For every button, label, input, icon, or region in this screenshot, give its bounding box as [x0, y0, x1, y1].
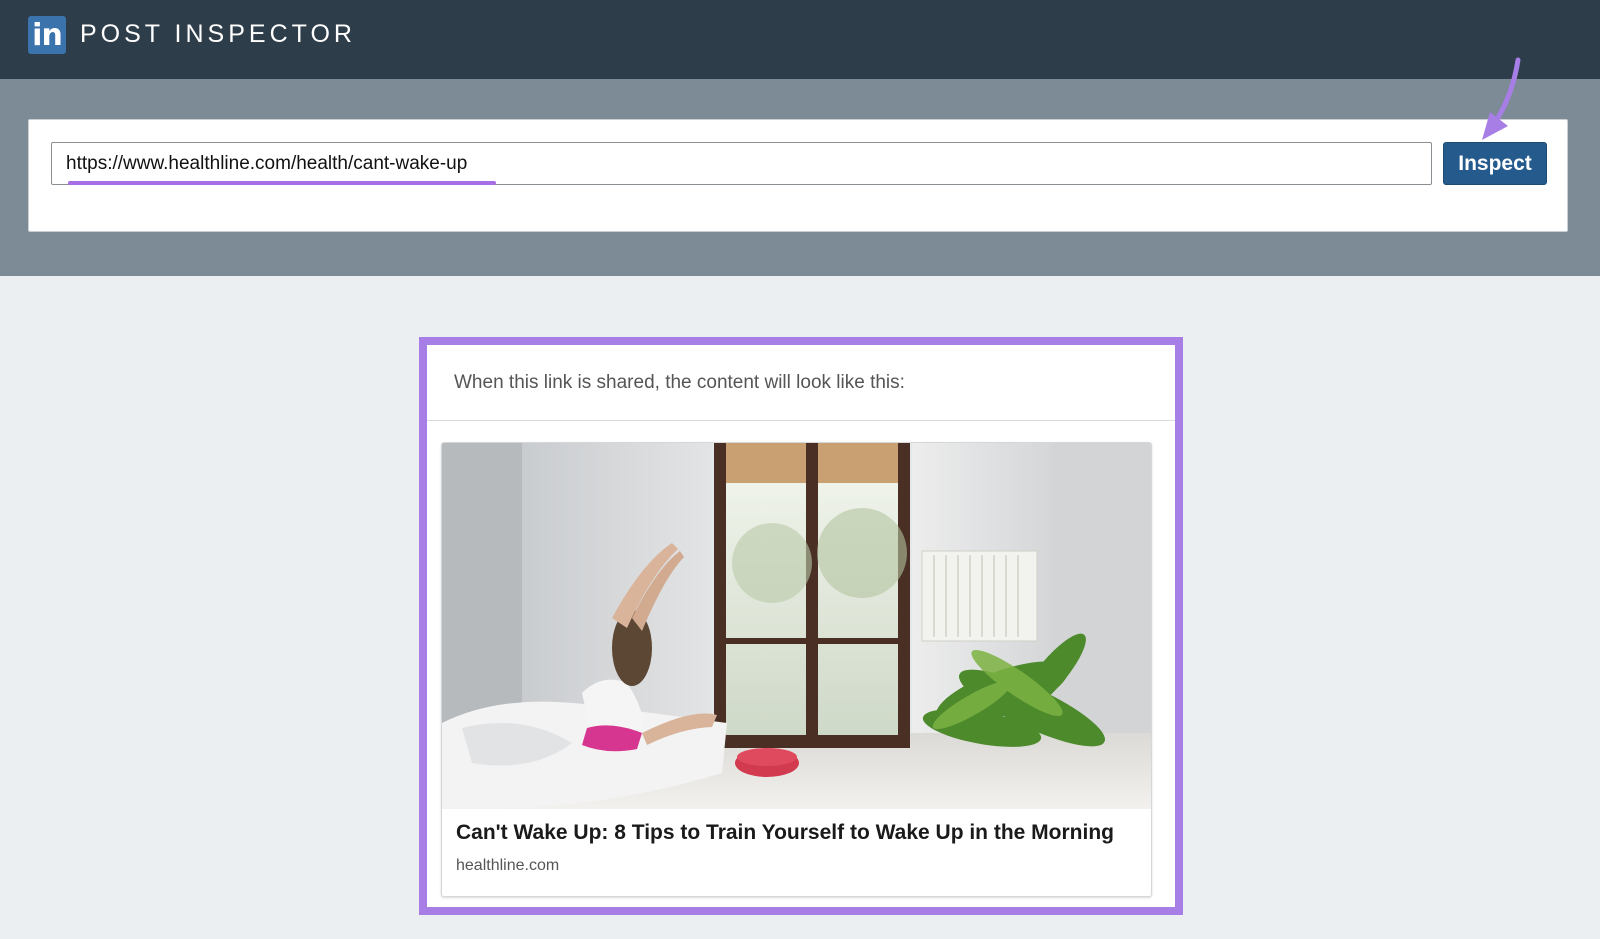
search-band: Inspect	[0, 79, 1600, 276]
link-preview-domain: healthline.com	[456, 857, 560, 874]
link-preview-card[interactable]: Can't Wake Up: 8 Tips to Train Yourself …	[441, 442, 1152, 897]
top-bar: in POST INSPECTOR	[0, 0, 1600, 79]
url-input[interactable]	[51, 142, 1432, 185]
linkedin-logo-icon[interactable]: in	[28, 16, 66, 54]
preview-image	[442, 443, 1151, 809]
inspect-button[interactable]: Inspect	[1443, 142, 1547, 185]
pointer-arrow-icon	[1482, 57, 1521, 140]
app-title: POST INSPECTOR	[80, 20, 356, 48]
url-highlight-underline	[68, 181, 496, 185]
preview-caption: When this link is shared, the content wi…	[427, 345, 1175, 421]
preview-highlight-frame: When this link is shared, the content wi…	[419, 337, 1183, 915]
search-card: Inspect	[28, 119, 1568, 232]
link-preview-title[interactable]: Can't Wake Up: 8 Tips to Train Yourself …	[456, 821, 1114, 845]
